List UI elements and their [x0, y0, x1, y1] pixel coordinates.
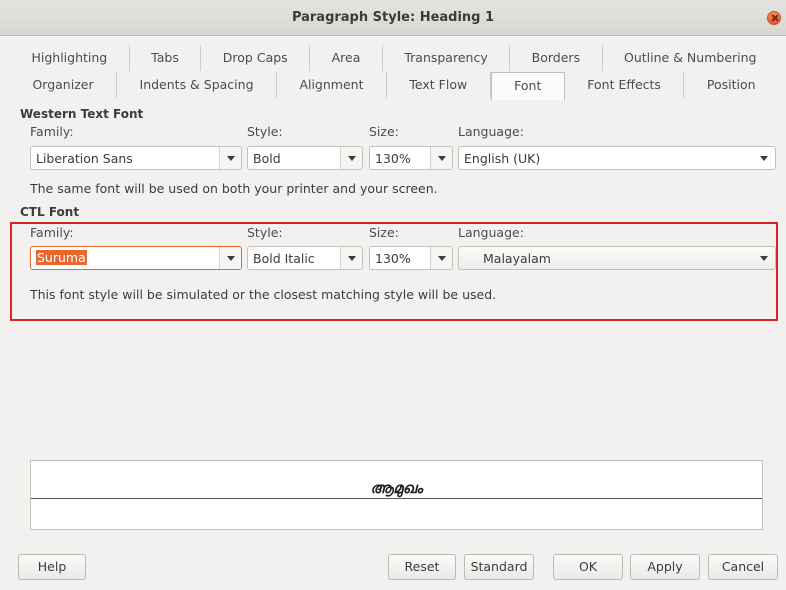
- window-title: Paragraph Style: Heading 1: [291, 10, 495, 25]
- western-size-combo[interactable]: 130%: [369, 146, 453, 170]
- western-family-combo[interactable]: Liberation Sans: [30, 146, 242, 170]
- tab-outline-numbering[interactable]: Outline & Numbering: [602, 45, 778, 71]
- tab-tabs[interactable]: Tabs: [129, 45, 202, 71]
- western-info-text: The same font will be used on both your …: [30, 181, 438, 196]
- western-family-label: Family:: [30, 124, 74, 139]
- tab-position[interactable]: Position: [684, 72, 779, 98]
- close-icon[interactable]: [767, 11, 781, 25]
- western-size-value: 130%: [375, 151, 411, 166]
- chevron-down-icon[interactable]: [219, 247, 241, 269]
- reset-button[interactable]: Reset: [388, 554, 456, 580]
- tab-drop-caps[interactable]: Drop Caps: [201, 45, 311, 71]
- chevron-down-icon[interactable]: [340, 147, 362, 169]
- tab-highlighting[interactable]: Highlighting: [10, 45, 130, 71]
- tab-row-1: Highlighting Tabs Drop Caps Area Transpa…: [10, 45, 778, 71]
- western-section-title: Western Text Font: [20, 107, 144, 121]
- ctl-family-value[interactable]: Suruma: [36, 250, 87, 265]
- western-style-value: Bold: [253, 151, 281, 166]
- ctl-family-label: Family:: [30, 225, 74, 240]
- western-language-combo[interactable]: English (UK): [458, 146, 776, 170]
- ctl-size-combo[interactable]: 130%: [369, 246, 453, 270]
- tab-organizer[interactable]: Organizer: [10, 72, 118, 98]
- tab-bar: Highlighting Tabs Drop Caps Area Transpa…: [10, 44, 779, 100]
- western-language-value: English (UK): [464, 151, 541, 166]
- chevron-down-icon[interactable]: [753, 147, 775, 169]
- ctl-language-value: Malayalam: [483, 251, 551, 266]
- tab-transparency[interactable]: Transparency: [382, 45, 511, 71]
- ctl-info-text: This font style will be simulated or the…: [30, 287, 497, 302]
- ctl-family-combo[interactable]: Suruma: [30, 246, 242, 270]
- tab-row-2: Organizer Indents & Spacing Alignment Te…: [10, 72, 779, 100]
- ctl-style-combo[interactable]: Bold Italic: [247, 246, 363, 270]
- western-size-label: Size:: [369, 124, 399, 139]
- chevron-down-icon[interactable]: [430, 247, 452, 269]
- ctl-section-title: CTL Font: [20, 205, 80, 219]
- ctl-size-value: 130%: [375, 251, 411, 266]
- tab-area[interactable]: Area: [310, 45, 383, 71]
- ctl-language-combo[interactable]: Malayalam: [458, 246, 776, 270]
- tab-font[interactable]: Font: [490, 72, 565, 100]
- standard-button[interactable]: Standard: [464, 554, 534, 580]
- tab-text-flow[interactable]: Text Flow: [386, 72, 491, 98]
- western-language-label: Language:: [458, 124, 524, 139]
- ctl-size-label: Size:: [369, 225, 399, 240]
- cancel-button[interactable]: Cancel: [708, 554, 778, 580]
- ok-button[interactable]: OK: [553, 554, 623, 580]
- font-preview: ആമുഖം: [30, 460, 763, 530]
- ctl-style-label: Style:: [247, 225, 283, 240]
- help-button[interactable]: Help: [18, 554, 86, 580]
- chevron-down-icon[interactable]: [753, 247, 775, 269]
- preview-sample-text: ആമുഖം: [370, 479, 423, 497]
- preview-baseline: [31, 498, 762, 499]
- tab-alignment[interactable]: Alignment: [276, 72, 387, 98]
- chevron-down-icon[interactable]: [219, 147, 241, 169]
- chevron-down-icon[interactable]: [430, 147, 452, 169]
- tab-borders[interactable]: Borders: [510, 45, 603, 71]
- chevron-down-icon[interactable]: [340, 247, 362, 269]
- ctl-language-label: Language:: [458, 225, 524, 240]
- western-family-value: Liberation Sans: [36, 151, 133, 166]
- tab-indents-spacing[interactable]: Indents & Spacing: [117, 72, 277, 98]
- apply-button[interactable]: Apply: [630, 554, 700, 580]
- tab-font-effects[interactable]: Font Effects: [564, 72, 685, 98]
- ctl-style-value: Bold Italic: [253, 251, 315, 266]
- western-style-combo[interactable]: Bold: [247, 146, 363, 170]
- western-style-label: Style:: [247, 124, 283, 139]
- title-bar: Paragraph Style: Heading 1: [0, 0, 786, 36]
